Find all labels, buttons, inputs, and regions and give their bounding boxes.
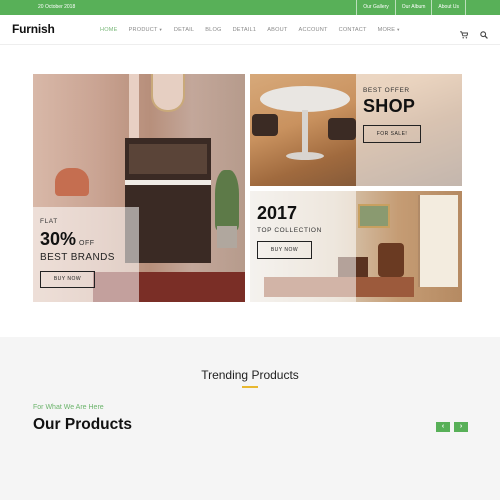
- nav-item-label: ABOUT: [267, 27, 288, 33]
- buy-now-button[interactable]: BUY NOW: [40, 271, 95, 288]
- painting-image: [358, 204, 390, 228]
- chair-image: [252, 114, 278, 136]
- section-title: Trending Products: [201, 368, 299, 382]
- section-subtitle: For What We Are Here: [33, 404, 104, 411]
- armchair-image: [55, 168, 89, 196]
- top-bar: 20 October 2018 Our Gallery Our Album Ab…: [0, 0, 500, 15]
- main-nav: Furnish HOME PRODUCT▼ DETAIL BLOG DETAIL…: [0, 15, 500, 45]
- nav-item-label: DETAIL: [173, 27, 195, 33]
- title-underline: [242, 386, 258, 388]
- plant-image: [215, 170, 239, 230]
- top-links: Our Gallery Our Album About Us: [356, 0, 466, 15]
- nav-item-label: CONTACT: [338, 27, 367, 33]
- caret-down-icon: ▼: [158, 27, 163, 32]
- table-leg-image: [302, 110, 308, 154]
- shop-label: SHOP: [363, 96, 416, 116]
- nav-item-product[interactable]: PRODUCT▼: [129, 27, 163, 33]
- nav-item-home[interactable]: HOME: [100, 27, 118, 33]
- banner-shop[interactable]: BEST OFFER SHOP FOR SALE!: [250, 74, 462, 186]
- banner-overlay: FLAT 30% OFF BEST BRANDS BUY NOW: [33, 207, 139, 302]
- chair-image: [378, 243, 404, 277]
- banner-top-collection[interactable]: 2017 TOP COLLECTION BUY NOW: [250, 191, 462, 302]
- logo[interactable]: Furnish: [12, 22, 55, 36]
- top-collection-label: TOP COLLECTION: [257, 227, 322, 234]
- banner-overlay: 2017 TOP COLLECTION BUY NOW: [250, 191, 356, 302]
- pot-image: [217, 226, 237, 248]
- products-section: Trending Products For What We Are Here O…: [0, 337, 500, 500]
- our-gallery-link[interactable]: Our Gallery: [356, 0, 395, 15]
- caret-down-icon: ▼: [396, 27, 401, 32]
- banner-best-brands[interactable]: FLAT 30% OFF BEST BRANDS BUY NOW: [33, 74, 245, 302]
- nav-item-contact[interactable]: CONTACT: [339, 27, 367, 33]
- our-album-link[interactable]: Our Album: [394, 0, 432, 15]
- window-image: [129, 74, 139, 138]
- cart-icon[interactable]: [460, 26, 469, 39]
- nav-item-label: PRODUCT: [128, 27, 158, 33]
- for-sale-button[interactable]: FOR SALE!: [363, 125, 421, 143]
- nav-item-label: ACCOUNT: [298, 27, 328, 33]
- year-label: 2017: [257, 203, 298, 223]
- best-offer-label: BEST OFFER: [363, 87, 410, 94]
- nav-item-label: BLOG: [205, 27, 222, 33]
- nav-item-more[interactable]: MORE▼: [378, 27, 401, 33]
- search-icon[interactable]: [480, 26, 488, 39]
- nav-menu: HOME PRODUCT▼ DETAIL BLOG DETAIL1 ABOUT …: [100, 15, 411, 45]
- nav-icons: [460, 15, 488, 45]
- date-label: 20 October 2018: [38, 4, 76, 10]
- window-image: [418, 195, 458, 287]
- discount-percent: 30%: [40, 229, 77, 249]
- nav-item-detail1[interactable]: DETAIL1: [233, 27, 257, 33]
- nav-item-label: HOME: [100, 27, 118, 33]
- flat-label: FLAT: [40, 218, 58, 225]
- buy-now-button[interactable]: BUY NOW: [257, 241, 312, 259]
- chevron-right-icon[interactable]: ›: [454, 422, 468, 432]
- nav-item-detail[interactable]: DETAIL: [174, 27, 194, 33]
- nav-item-label: MORE: [377, 27, 396, 33]
- table-image: [260, 86, 350, 112]
- nav-item-about[interactable]: ABOUT: [267, 27, 287, 33]
- off-label: OFF: [79, 240, 95, 247]
- mirror-image: [151, 74, 185, 112]
- about-us-link[interactable]: About Us: [431, 0, 466, 15]
- table-base-image: [286, 152, 324, 160]
- discount-line: 30% OFF: [40, 229, 95, 250]
- nav-item-account[interactable]: ACCOUNT: [299, 27, 328, 33]
- banner-overlay: BEST OFFER SHOP FOR SALE!: [356, 74, 462, 186]
- carousel-controls: ‹ ›: [436, 422, 468, 432]
- section-heading: Our Products: [33, 416, 133, 433]
- chair-image: [328, 118, 356, 140]
- chevron-left-icon[interactable]: ‹: [436, 422, 450, 432]
- nav-item-blog[interactable]: BLOG: [205, 27, 221, 33]
- best-brands-label: BEST BRANDS: [40, 252, 115, 263]
- nav-item-label: DETAIL1: [232, 27, 257, 33]
